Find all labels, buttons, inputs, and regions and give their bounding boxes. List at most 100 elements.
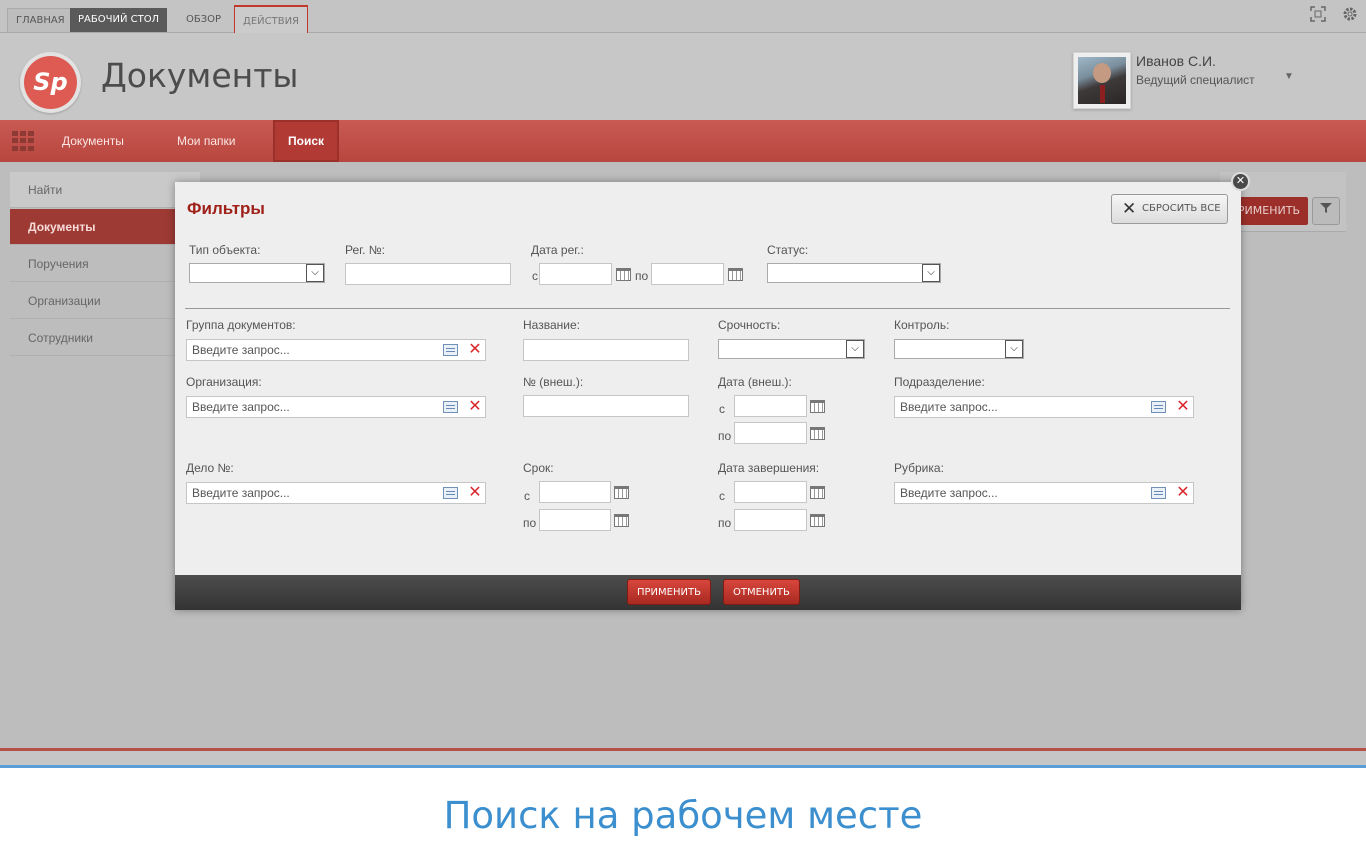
ext-date-to-label: по xyxy=(718,429,732,443)
lookup-icon[interactable] xyxy=(443,344,458,356)
name-label: Название: xyxy=(523,318,580,332)
calendar-icon[interactable] xyxy=(810,400,825,413)
user-name[interactable]: Иванов С.И. xyxy=(1136,53,1216,69)
urgency-select[interactable]: ⌵ xyxy=(718,339,865,359)
clear-icon[interactable]: ✕ xyxy=(468,399,482,415)
reg-no-input[interactable] xyxy=(345,263,511,285)
sidebar-item-organizations[interactable]: Организации xyxy=(10,283,200,319)
rubric-label: Рубрика: xyxy=(894,461,944,475)
object-type-label: Тип объекта: xyxy=(189,243,261,257)
reg-date-from-input[interactable] xyxy=(539,263,612,285)
ext-date-label: Дата (внеш.): xyxy=(718,375,792,389)
status-label: Статус: xyxy=(767,243,809,257)
reset-all-button[interactable]: ✕ СБРОСИТЬ ВСЕ xyxy=(1111,194,1228,224)
calendar-icon[interactable] xyxy=(728,268,743,281)
nav-item-search[interactable]: Поиск xyxy=(273,120,340,162)
lookup-icon[interactable] xyxy=(1151,487,1166,499)
control-label: Контроль: xyxy=(894,318,950,332)
lookup-icon[interactable] xyxy=(1151,401,1166,413)
object-type-select[interactable]: ⌵ xyxy=(189,263,325,283)
control-select[interactable]: ⌵ xyxy=(894,339,1024,359)
lookup-icon[interactable] xyxy=(443,401,458,413)
ribbon-bar: ГЛАВНАЯ РАБОЧИЙ СТОЛ ОБЗОР ДЕЙСТВИЯ xyxy=(0,0,1366,33)
tab-review[interactable]: ОБЗОР xyxy=(178,8,229,32)
user-role: Ведущий специалист xyxy=(1136,73,1255,87)
logo-text: Sp xyxy=(24,56,77,109)
avatar[interactable] xyxy=(1073,52,1131,109)
calendar-icon[interactable] xyxy=(614,514,629,527)
reset-all-label: СБРОСИТЬ ВСЕ xyxy=(1142,203,1221,214)
ext-no-label: № (внеш.): xyxy=(523,375,584,389)
cancel-button[interactable]: ОТМЕНИТЬ xyxy=(723,579,800,605)
completion-date-from-input[interactable] xyxy=(734,481,807,503)
filters-dialog: ✕ Фильтры ✕ СБРОСИТЬ ВСЕ Тип объекта: ⌵ … xyxy=(175,172,1250,610)
avatar-photo xyxy=(1078,57,1126,104)
name-input[interactable] xyxy=(523,339,689,361)
nav-item-my-folders[interactable]: Мои папки xyxy=(177,120,235,162)
sidebar-item-documents[interactable]: Документы xyxy=(10,209,200,245)
tab-actions[interactable]: ДЕЙСТВИЯ xyxy=(234,5,308,33)
clear-icon[interactable]: ✕ xyxy=(1176,485,1190,501)
app-logo[interactable]: Sp xyxy=(20,52,81,113)
deadline-from-label: с xyxy=(524,489,530,503)
dialog-title: Фильтры xyxy=(187,199,265,218)
clear-icon[interactable]: ✕ xyxy=(468,485,482,501)
clear-icon[interactable]: ✕ xyxy=(468,342,482,358)
apply-button[interactable]: ПРИМЕНИТЬ xyxy=(627,579,711,605)
chevron-down-icon: ⌵ xyxy=(1005,340,1023,358)
status-select[interactable]: ⌵ xyxy=(767,263,941,283)
calendar-icon[interactable] xyxy=(810,427,825,440)
reg-date-to-label: по xyxy=(635,269,649,283)
deadline-to-label: по xyxy=(523,516,537,530)
calendar-icon[interactable] xyxy=(810,514,825,527)
reg-date-label: Дата рег.: xyxy=(531,243,584,257)
reg-date-from-label: с xyxy=(532,269,538,283)
ext-date-from-label: с xyxy=(719,402,725,416)
ext-date-from-input[interactable] xyxy=(734,395,807,417)
ext-date-to-input[interactable] xyxy=(734,422,807,444)
department-label: Подразделение: xyxy=(894,375,985,389)
lookup-icon[interactable] xyxy=(443,487,458,499)
dialog-footer: ПРИМЕНИТЬ ОТМЕНИТЬ xyxy=(175,575,1241,610)
nav-item-documents[interactable]: Документы xyxy=(62,120,124,162)
deadline-to-input[interactable] xyxy=(539,509,611,531)
reg-no-label: Рег. №: xyxy=(345,243,385,257)
completion-date-to-label: по xyxy=(718,516,732,530)
completion-date-from-label: с xyxy=(719,489,725,503)
organization-label: Организация: xyxy=(186,375,262,389)
calendar-icon[interactable] xyxy=(616,268,631,281)
calendar-icon[interactable] xyxy=(810,486,825,499)
sidebar-item-assignments[interactable]: Поручения xyxy=(10,246,200,282)
app-header: Sp Документы Иванов С.И. Ведущий специал… xyxy=(0,33,1366,120)
chevron-down-icon: ⌵ xyxy=(846,340,864,358)
calendar-icon[interactable] xyxy=(614,486,629,499)
sidebar-item-find[interactable]: Найти xyxy=(10,172,200,208)
sidebar-item-employees[interactable]: Сотрудники xyxy=(10,320,200,356)
reg-date-to-input[interactable] xyxy=(651,263,724,285)
clear-icon[interactable]: ✕ xyxy=(1176,399,1190,415)
ext-no-input[interactable] xyxy=(523,395,689,417)
close-icon[interactable]: ✕ xyxy=(1231,172,1250,191)
doc-group-label: Группа документов: xyxy=(186,318,296,332)
filter-icon[interactable] xyxy=(1312,197,1340,225)
organization-input[interactable]: Введите запрос... xyxy=(186,396,486,418)
main-nav: Документы Мои папки Поиск xyxy=(0,120,1366,162)
fullscreen-icon[interactable] xyxy=(1309,6,1327,24)
tab-home[interactable]: ГЛАВНАЯ xyxy=(7,8,74,32)
page-title: Документы xyxy=(101,56,299,95)
tab-desktop[interactable]: РАБОЧИЙ СТОЛ xyxy=(70,8,168,32)
completion-date-to-input[interactable] xyxy=(734,509,807,531)
case-no-input[interactable]: Введите запрос... xyxy=(186,482,486,504)
department-input[interactable]: Введите запрос... xyxy=(894,396,1194,418)
apps-grid-icon[interactable] xyxy=(12,131,34,151)
deadline-from-input[interactable] xyxy=(539,481,611,503)
chevron-down-icon[interactable]: ▼ xyxy=(1284,71,1294,82)
rubric-input[interactable]: Введите запрос... xyxy=(894,482,1194,504)
doc-group-input[interactable]: Введите запрос... xyxy=(186,339,486,361)
gear-icon[interactable] xyxy=(1341,6,1359,24)
apply-button-bg[interactable]: РИМЕНИТЬ xyxy=(1232,197,1308,225)
deadline-label: Срок: xyxy=(523,461,554,475)
chevron-down-icon: ⌵ xyxy=(922,264,940,282)
divider xyxy=(185,308,1230,309)
slide-caption: Поиск на рабочем месте xyxy=(443,794,923,837)
